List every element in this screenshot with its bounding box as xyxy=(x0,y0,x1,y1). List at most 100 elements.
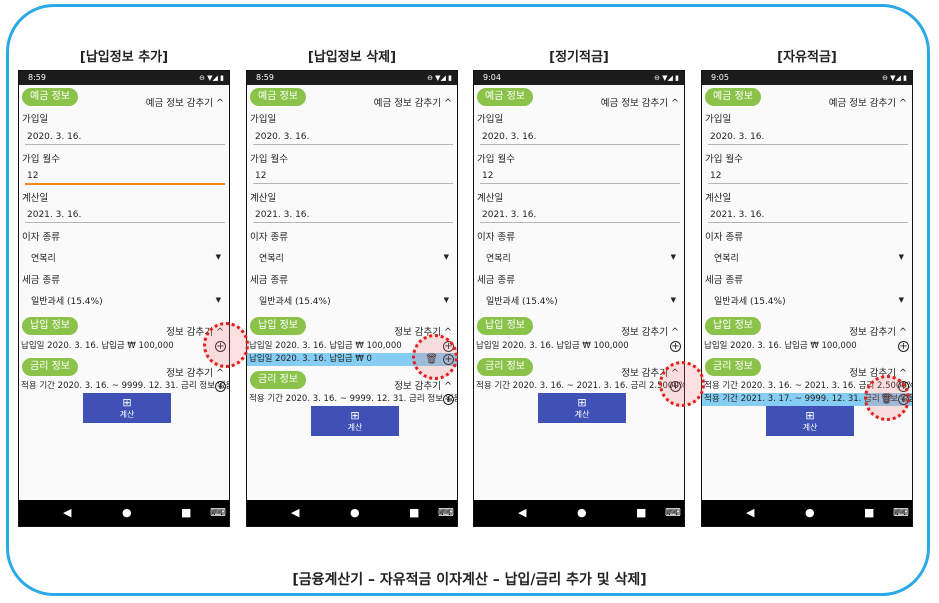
dropdown-arrow-icon[interactable]: ▼ xyxy=(216,296,221,304)
field-underline xyxy=(480,183,680,184)
deposit-hide-toggle[interactable]: 예금 정보 감추기 ^ xyxy=(601,95,679,109)
join-date-field[interactable]: 2020. 3. 16. xyxy=(710,132,764,142)
deposit-hide-label: 예금 정보 감추기 xyxy=(373,98,441,109)
months-field[interactable]: 12 xyxy=(255,171,266,181)
payment-row[interactable]: 납입일 2020. 3. 16. 납입금 ₩ 100,000 + xyxy=(19,340,229,353)
join-date-label: 가입일 xyxy=(477,114,504,125)
recent-apps-icon[interactable]: ■ xyxy=(181,506,191,519)
highlight-ring xyxy=(203,322,249,368)
interest-type-select[interactable]: 연복리 xyxy=(486,251,511,264)
dropdown-arrow-icon[interactable]: ▼ xyxy=(444,253,449,261)
rate-hide-label: 정보 감추기 xyxy=(166,368,213,379)
payment-hide-toggle[interactable]: 정보 감추기 ^ xyxy=(621,324,679,338)
calculate-button[interactable]: ⊞ 계산 xyxy=(311,406,399,436)
calc-date-field[interactable]: 2021. 3. 16. xyxy=(710,210,764,220)
interest-type-select[interactable]: 연복리 xyxy=(714,251,739,264)
keyboard-icon[interactable]: ⌨ xyxy=(893,506,909,519)
tax-type-select[interactable]: 일반과세 (15.4%) xyxy=(714,294,786,307)
rate-info-pill[interactable]: 금리 정보 xyxy=(22,358,78,376)
deposit-info-pill[interactable]: 예금 정보 xyxy=(705,88,761,106)
back-icon[interactable]: ◀ xyxy=(746,506,754,519)
interest-type-select[interactable]: 연복리 xyxy=(259,251,284,264)
rate-row[interactable]: 적용 기간 2020. 3. 16. ~ 9999. 12. 31. 금리 정보… xyxy=(247,393,457,406)
dropdown-arrow-icon[interactable]: ▼ xyxy=(671,253,676,261)
back-icon[interactable]: ◀ xyxy=(518,506,526,519)
payment-row[interactable]: 납입일 2020. 3. 16. 납입금 ₩ 100,000 + xyxy=(474,340,684,353)
months-field[interactable]: 12 xyxy=(27,171,38,181)
tax-type-select[interactable]: 일반과세 (15.4%) xyxy=(31,294,103,307)
keyboard-icon[interactable]: ⌨ xyxy=(665,506,681,519)
join-date-field[interactable]: 2020. 3. 16. xyxy=(482,132,536,142)
navigation-bar: ◀ ● ■ ⌨ xyxy=(474,500,684,526)
home-icon[interactable]: ● xyxy=(122,506,132,519)
recent-apps-icon[interactable]: ■ xyxy=(864,506,874,519)
calculate-button-label: 계산 xyxy=(574,410,590,419)
navigation-bar: ◀ ● ■ ⌨ xyxy=(247,500,457,526)
recent-apps-icon[interactable]: ■ xyxy=(409,506,419,519)
payment-hide-toggle[interactable]: 정보 감추기 ^ xyxy=(849,324,907,338)
dropdown-arrow-icon[interactable]: ▼ xyxy=(216,253,221,261)
deposit-info-pill[interactable]: 예금 정보 xyxy=(477,88,533,106)
calculate-button[interactable]: ⊞ 계산 xyxy=(766,406,854,436)
calculator-icon: ⊞ xyxy=(805,409,815,422)
rate-hide-toggle[interactable]: 정보 감추기 ^ xyxy=(394,378,452,392)
chevron-up-icon: ^ xyxy=(671,98,679,109)
deposit-info-pill[interactable]: 예금 정보 xyxy=(250,88,306,106)
recent-apps-icon[interactable]: ■ xyxy=(636,506,646,519)
keyboard-icon[interactable]: ⌨ xyxy=(210,506,226,519)
rate-info-pill[interactable]: 금리 정보 xyxy=(705,358,761,376)
payment-info-pill[interactable]: 납입 정보 xyxy=(705,317,761,335)
status-time: 8:59 xyxy=(28,73,46,82)
payment-info-pill[interactable]: 납입 정보 xyxy=(477,317,533,335)
rate-row[interactable]: 적용 기간 2020. 3. 16. ~ 9999. 12. 31. 금리 정보… xyxy=(19,380,229,393)
home-icon[interactable]: ● xyxy=(577,506,587,519)
calculate-button[interactable]: ⊞ 계산 xyxy=(538,393,626,423)
tax-type-label: 세금 종류 xyxy=(477,275,515,286)
calc-date-label: 계산일 xyxy=(705,193,732,204)
home-icon[interactable]: ● xyxy=(805,506,815,519)
deposit-hide-toggle[interactable]: 예금 정보 감추기 ^ xyxy=(829,95,907,109)
dropdown-arrow-icon[interactable]: ▼ xyxy=(899,296,904,304)
field-underline xyxy=(480,144,680,145)
tax-type-select[interactable]: 일반과세 (15.4%) xyxy=(486,294,558,307)
join-date-field[interactable]: 2020. 3. 16. xyxy=(255,132,309,142)
tax-type-select[interactable]: 일반과세 (15.4%) xyxy=(259,294,331,307)
home-icon[interactable]: ● xyxy=(350,506,360,519)
footer-caption: [금융계산기 – 자유적금 이자계산 – 납입/금리 추가 및 삭제] xyxy=(292,572,647,588)
back-icon[interactable]: ◀ xyxy=(63,506,71,519)
add-rate-icon[interactable]: + xyxy=(443,394,454,405)
months-field[interactable]: 12 xyxy=(482,171,493,181)
deposit-hide-toggle[interactable]: 예금 정보 감추기 ^ xyxy=(374,95,452,109)
calc-date-field[interactable]: 2021. 3. 16. xyxy=(255,210,309,220)
status-icons: ⊖ ▼◢ ▮ xyxy=(654,74,679,82)
payment-row-text: 납입일 2020. 3. 16. 납입금 ₩ 0 xyxy=(249,354,372,364)
payment-row[interactable]: 납입일 2020. 3. 16. 납입금 ₩ 100,000 + xyxy=(702,340,912,353)
deposit-info-pill[interactable]: 예금 정보 xyxy=(22,88,78,106)
rate-info-pill[interactable]: 금리 정보 xyxy=(477,358,533,376)
dropdown-arrow-icon[interactable]: ▼ xyxy=(899,253,904,261)
add-payment-icon[interactable]: + xyxy=(670,341,681,352)
payment-row-text: 납입일 2020. 3. 16. 납입금 ₩ 100,000 xyxy=(476,341,629,351)
calc-date-field[interactable]: 2021. 3. 16. xyxy=(27,210,81,220)
rate-hide-toggle[interactable]: 정보 감추기 ^ xyxy=(166,365,224,379)
payment-info-pill[interactable]: 납입 정보 xyxy=(22,317,78,335)
join-date-field[interactable]: 2020. 3. 16. xyxy=(27,132,81,142)
dropdown-arrow-icon[interactable]: ▼ xyxy=(444,296,449,304)
payment-info-pill[interactable]: 납입 정보 xyxy=(250,317,306,335)
calculate-button[interactable]: ⊞ 계산 xyxy=(83,393,171,423)
add-rate-icon[interactable]: + xyxy=(215,381,226,392)
deposit-hide-toggle[interactable]: 예금 정보 감추기 ^ xyxy=(146,95,224,109)
calculator-icon: ⊞ xyxy=(122,396,132,409)
back-icon[interactable]: ◀ xyxy=(291,506,299,519)
rate-row[interactable]: 적용 기간 2020. 3. 16. ~ 2021. 3. 16. 금리 2.5… xyxy=(474,380,684,393)
add-payment-icon[interactable]: + xyxy=(898,341,909,352)
rate-info-pill[interactable]: 금리 정보 xyxy=(250,371,306,389)
dropdown-arrow-icon[interactable]: ▼ xyxy=(671,296,676,304)
highlight-ring xyxy=(659,361,705,407)
calc-date-field[interactable]: 2021. 3. 16. xyxy=(482,210,536,220)
months-field[interactable]: 12 xyxy=(710,171,721,181)
keyboard-icon[interactable]: ⌨ xyxy=(438,506,454,519)
interest-type-select[interactable]: 연복리 xyxy=(31,251,56,264)
months-label: 가입 월수 xyxy=(22,154,60,165)
status-time: 8:59 xyxy=(256,73,274,82)
